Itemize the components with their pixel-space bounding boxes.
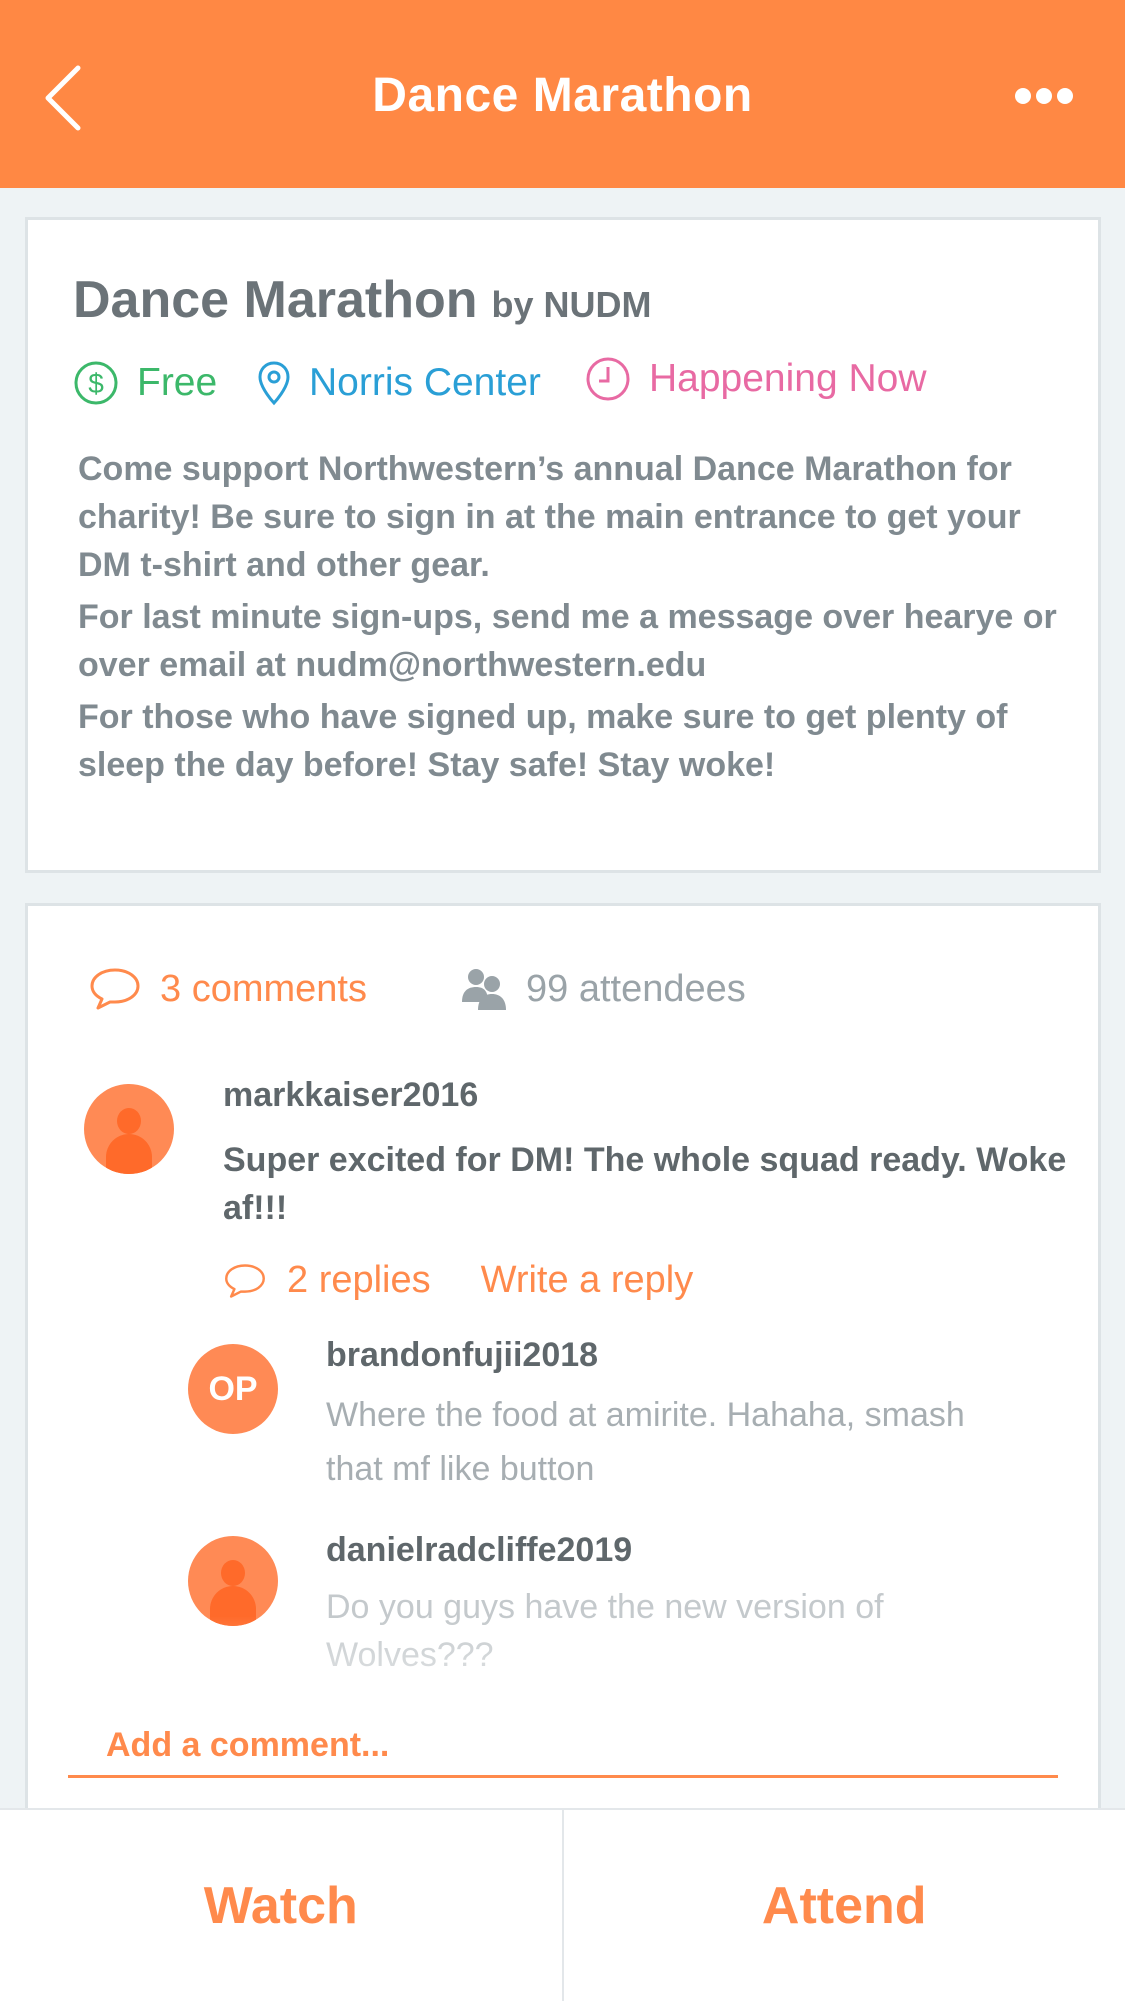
comment-text: Super excited for DM! The whole squad re… — [223, 1141, 1067, 1227]
bottom-action-bar: Watch Attend — [0, 1808, 1125, 2001]
commenter-avatar[interactable] — [84, 1084, 174, 1174]
description-paragraph: For those who have signed up, make sure … — [78, 698, 1008, 784]
time-status-label: Happening Now — [649, 357, 927, 400]
navigation-bar: Dance Marathon — [0, 0, 1125, 188]
reply-avatar[interactable] — [188, 1536, 278, 1626]
event-header: Dance Marathon by NUDM — [73, 270, 652, 330]
attendees-count-label: 99 attendees — [526, 967, 746, 1010]
reply-bubble-icon — [225, 1263, 265, 1298]
nav-title: Dance Marathon — [372, 69, 753, 122]
map-pin-icon — [258, 361, 290, 406]
event-meta: $ Free Norris Center Happening Now — [73, 357, 1073, 416]
event-time: Happening Now — [585, 356, 927, 402]
op-avatar[interactable]: OP — [188, 1344, 278, 1434]
replies-count-link[interactable]: 2 replies — [287, 1259, 431, 1302]
people-icon — [462, 969, 506, 1010]
add-comment-input[interactable] — [68, 1716, 1058, 1778]
event-host[interactable]: by NUDM — [492, 284, 652, 325]
dollar-circle-icon: $ — [74, 361, 118, 405]
speech-bubble-icon — [90, 968, 140, 1010]
reply-text: Where the food at amirite. Hahaha, smash… — [326, 1396, 965, 1488]
write-reply-link[interactable]: Write a reply — [481, 1259, 694, 1302]
op-badge: OP — [208, 1369, 258, 1408]
watch-button[interactable]: Watch — [0, 1810, 562, 2001]
stats-row: 3 comments 99 attendees — [88, 966, 988, 1022]
reply-username[interactable]: brandonfujii2018 — [326, 1336, 598, 1375]
event-description: Come support Northwestern’s annual Dance… — [78, 445, 1068, 793]
attend-button[interactable]: Attend — [561, 1810, 1125, 2001]
clock-icon — [586, 357, 630, 401]
description-paragraph: Come support Northwestern’s annual Dance… — [78, 450, 1021, 584]
comments-count[interactable]: 3 comments — [88, 966, 367, 1012]
event-location[interactable]: Norris Center — [257, 360, 541, 406]
event-price: $ Free — [73, 360, 217, 406]
event-title: Dance Marathon — [73, 271, 478, 329]
svg-text:$: $ — [88, 368, 104, 399]
comment-actions: 2 replies Write a reply — [223, 1259, 693, 1302]
attendees-count[interactable]: 99 attendees — [460, 966, 746, 1012]
location-label: Norris Center — [309, 361, 541, 404]
reply-username[interactable]: danielradcliffe2019 — [326, 1531, 632, 1570]
comment-username[interactable]: markkaiser2016 — [223, 1076, 478, 1115]
comments-count-label: 3 comments — [160, 967, 367, 1010]
more-options-icon[interactable] — [1014, 86, 1074, 106]
price-label: Free — [137, 361, 218, 404]
event-details-card: Dance Marathon by NUDM $ Free Norris Cent… — [25, 217, 1101, 873]
description-paragraph: For last minute sign-ups, send me a mess… — [78, 598, 1057, 684]
